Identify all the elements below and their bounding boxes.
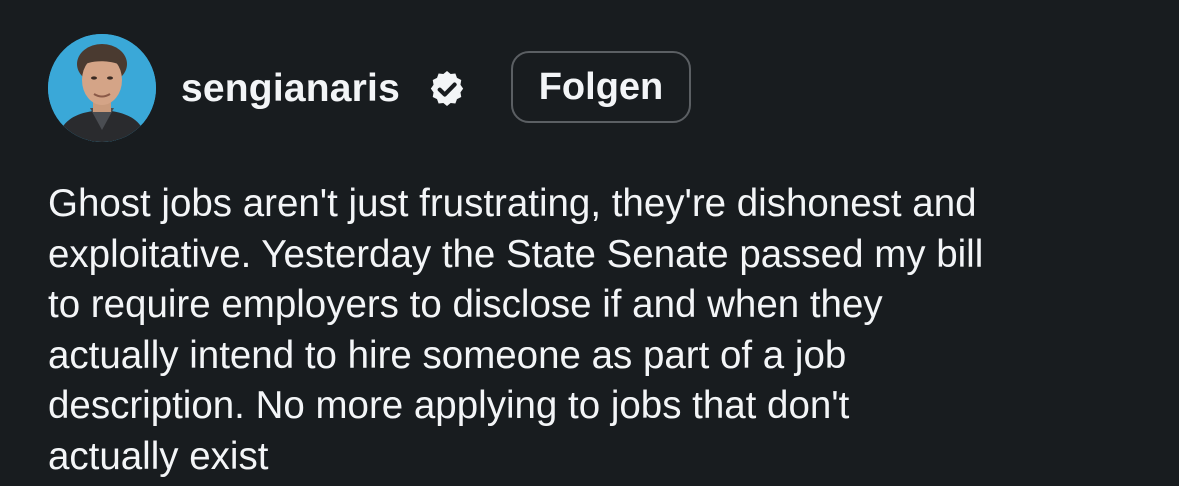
caption-line: exploitative. Yesterday the State Senate… (48, 232, 984, 276)
follow-button[interactable]: Folgen (511, 51, 691, 123)
caption-line: to require employers to disclose if and … (48, 283, 883, 326)
post-header: sengianaris Folgen (48, 34, 1148, 144)
caption-line: Ghost jobs aren't just frustrating, they… (48, 182, 977, 225)
caption-line: description. No more applying to jobs th… (48, 384, 850, 427)
username[interactable]: sengianaris (181, 67, 400, 111)
post-caption: Ghost jobs aren't just frustrating, they… (48, 179, 1158, 482)
profile-photo-icon (48, 34, 156, 142)
post: sengianaris Folgen Ghost jobs aren't jus… (0, 0, 1179, 486)
caption-line: actually intend to hire someone as part … (48, 333, 847, 377)
avatar[interactable] (48, 34, 156, 142)
caption-line: actually exist (48, 434, 269, 478)
verified-badge-icon (430, 71, 464, 106)
